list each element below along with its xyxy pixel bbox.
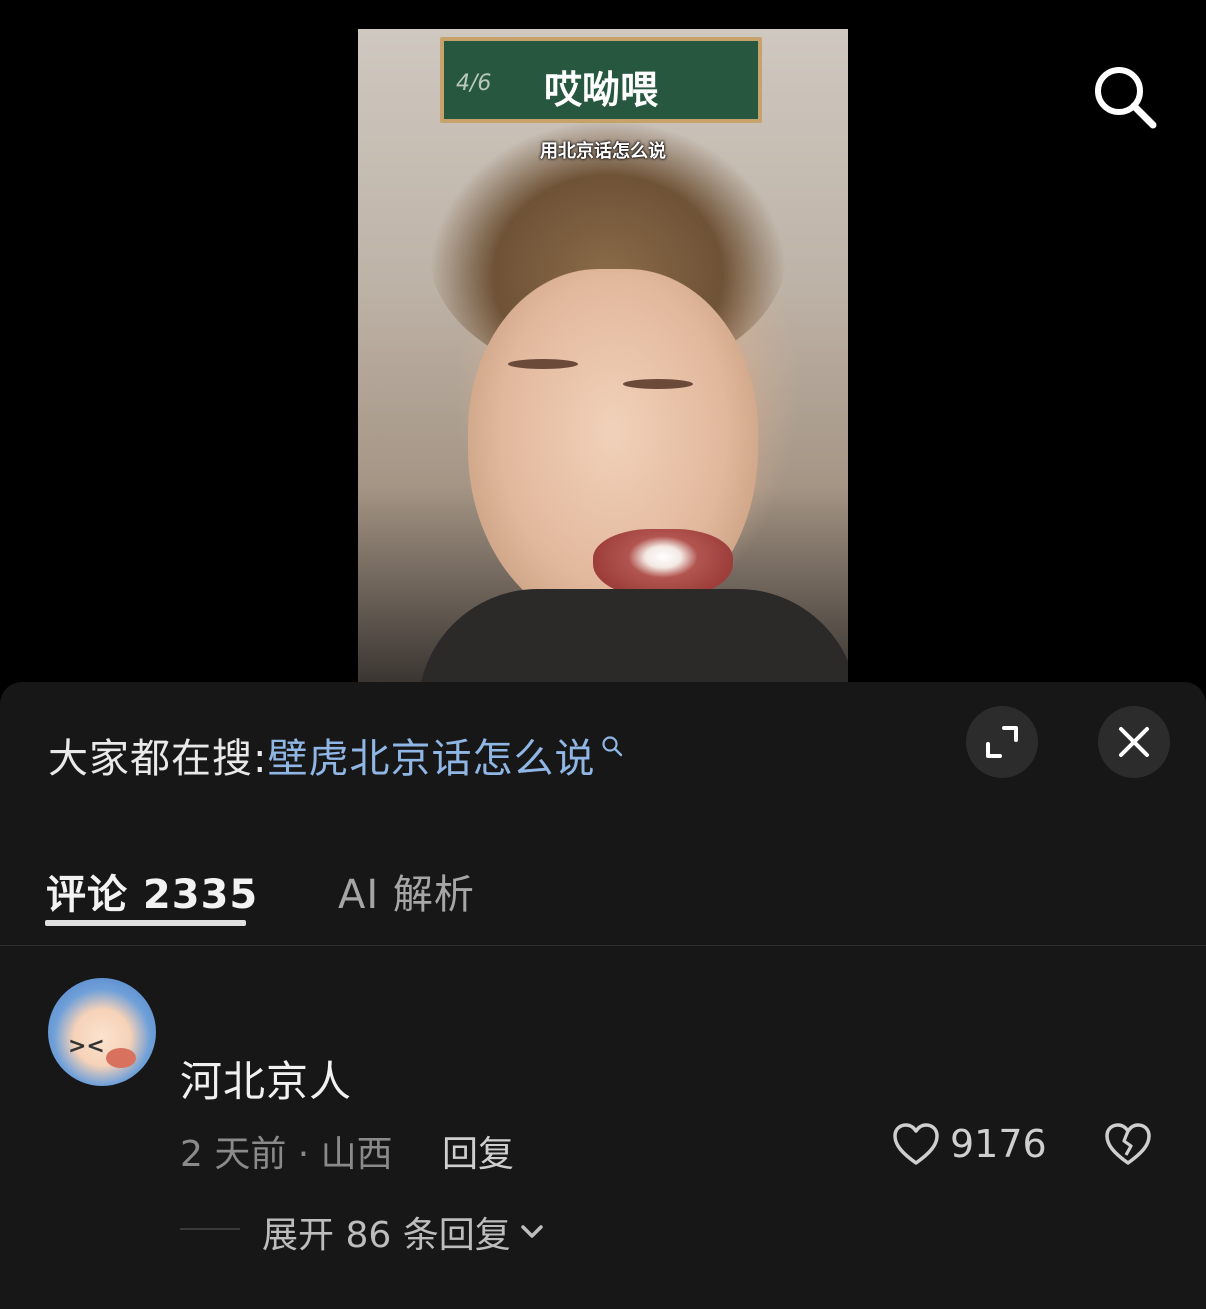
avatar-detail <box>106 1048 136 1068</box>
comments-sheet: 大家都在搜: 壁虎北京话怎么说 评论 2335 AI 解析 >< 河北京人 2 … <box>0 682 1206 1309</box>
video-subtitle: 用北京话怎么说 <box>540 141 666 162</box>
search-suggestion[interactable]: 大家都在搜: 壁虎北京话怎么说 <box>48 730 623 782</box>
active-tab-indicator <box>45 920 246 926</box>
avatar-face: >< <box>68 1034 105 1059</box>
video-board-title: 哎呦喂 <box>543 68 658 112</box>
avatar[interactable]: >< <box>48 978 156 1086</box>
video-chalkboard: 4/6 哎呦喂 <box>440 37 762 123</box>
close-button[interactable] <box>1098 706 1170 778</box>
comment-text: 河北京人 <box>180 1057 353 1106</box>
tab-bar: 评论 2335 AI 解析 <box>0 842 1206 946</box>
expand-replies-button[interactable]: 展开 86 条回复 <box>262 1206 545 1258</box>
reply-button[interactable]: 回复 <box>442 1125 514 1177</box>
expand-replies-label: 展开 86 条回复 <box>262 1215 511 1256</box>
expand-icon <box>986 726 1018 758</box>
search-icon <box>602 736 623 757</box>
broken-heart-icon <box>1105 1123 1151 1165</box>
chevron-down-icon <box>520 1225 543 1238</box>
divider <box>0 945 1206 946</box>
tab-comments[interactable]: 评论 2335 <box>46 862 258 920</box>
search-button[interactable] <box>1088 60 1162 134</box>
video-player[interactable]: 4/6 哎呦喂 用北京话怎么说 <box>358 29 848 682</box>
video-eye-right <box>623 379 693 389</box>
search-icon <box>1095 67 1157 129</box>
replies-divider-line <box>180 1228 240 1230</box>
video-shirt <box>418 589 848 682</box>
close-icon <box>1119 727 1149 757</box>
suggestion-query[interactable]: 壁虎北京话怎么说 <box>267 726 595 784</box>
heart-icon <box>893 1123 939 1165</box>
suggestion-label: 大家都在搜: <box>48 736 268 782</box>
like-button[interactable]: 9176 <box>892 1122 1047 1166</box>
video-eye-left <box>508 359 578 369</box>
expand-button[interactable] <box>966 706 1038 778</box>
tab-ai-analysis[interactable]: AI 解析 <box>338 862 475 920</box>
comment-meta: 2 天前 · 山西 <box>180 1134 393 1175</box>
dislike-button[interactable] <box>1104 1122 1152 1170</box>
like-count: 9176 <box>950 1122 1047 1166</box>
